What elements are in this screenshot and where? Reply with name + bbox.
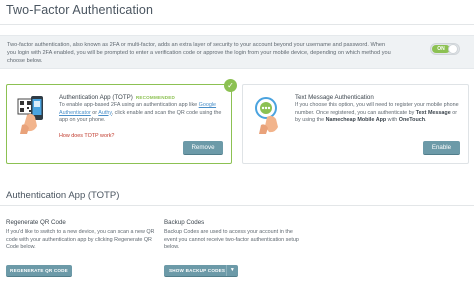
two-factor-toggle[interactable]: ON (430, 43, 460, 55)
qr-phone-icon (17, 95, 51, 140)
auth-app-description: To enable app-based 2FA using an authent… (59, 102, 224, 125)
regenerate-qr-title: Regenerate QR Code (6, 219, 66, 226)
backup-codes-section: Backup Codes Backup Codes are used to ac… (164, 219, 304, 252)
backup-codes-description: Backup Codes are used to access your acc… (164, 229, 299, 251)
auth-app-card: ✓ Authentication App (TOTP) RECOMMENDED T… (6, 79, 237, 164)
authy-link[interactable]: Authy (98, 110, 111, 116)
sms-desc-text-4: . (425, 117, 427, 124)
sms-title: Text Message Authentication (295, 94, 374, 101)
auth-app-title: Authentication App (TOTP) RECOMMENDED (59, 94, 175, 101)
sms-desc-onetouch: OneTouch (398, 117, 426, 124)
chevron-down-icon[interactable]: ▼ (226, 265, 238, 276)
section-title: Authentication App (TOTP) (6, 190, 120, 201)
regenerate-qr-button[interactable]: REGENERATE QR CODE (6, 265, 72, 277)
sms-description: If you choose this option, you will need… (295, 102, 460, 125)
show-backup-codes-label: SHOW BACKUP CODES (169, 268, 226, 273)
title-divider (0, 24, 474, 25)
regenerate-qr-description: If you'd like to switch to a new device,… (6, 229, 155, 251)
backup-codes-title: Backup Codes (164, 219, 205, 226)
sms-desc-text-message: Text Message (415, 109, 451, 116)
totp-help-link[interactable]: How does TOTP work? (59, 133, 114, 139)
regenerate-qr-section: Regenerate QR Code If you'd like to swit… (6, 219, 156, 252)
sms-desc-mobile-app: Namecheap Mobile App (325, 117, 387, 124)
auth-app-desc-text: To enable app-based 2FA using an authent… (59, 102, 199, 108)
enable-button[interactable]: Enable (423, 141, 460, 155)
toggle-knob (448, 44, 458, 54)
intro-panel: Two-factor authentication, also known as… (0, 35, 474, 69)
sms-card: Text Message Authentication If you choos… (242, 84, 469, 164)
auth-app-title-text: Authentication App (TOTP) (59, 94, 133, 101)
intro-text: Two-factor authentication, also known as… (7, 42, 391, 64)
recommended-badge: RECOMMENDED (135, 95, 176, 100)
show-backup-codes-button[interactable]: SHOW BACKUP CODES ▼ (164, 265, 238, 277)
sms-desc-text-3: with (386, 117, 399, 124)
page-title: Two-Factor Authentication (6, 3, 154, 17)
remove-button[interactable]: Remove (183, 141, 223, 155)
checkmark-icon: ✓ (224, 79, 237, 92)
section-divider (0, 205, 474, 206)
text-message-icon (253, 95, 287, 140)
